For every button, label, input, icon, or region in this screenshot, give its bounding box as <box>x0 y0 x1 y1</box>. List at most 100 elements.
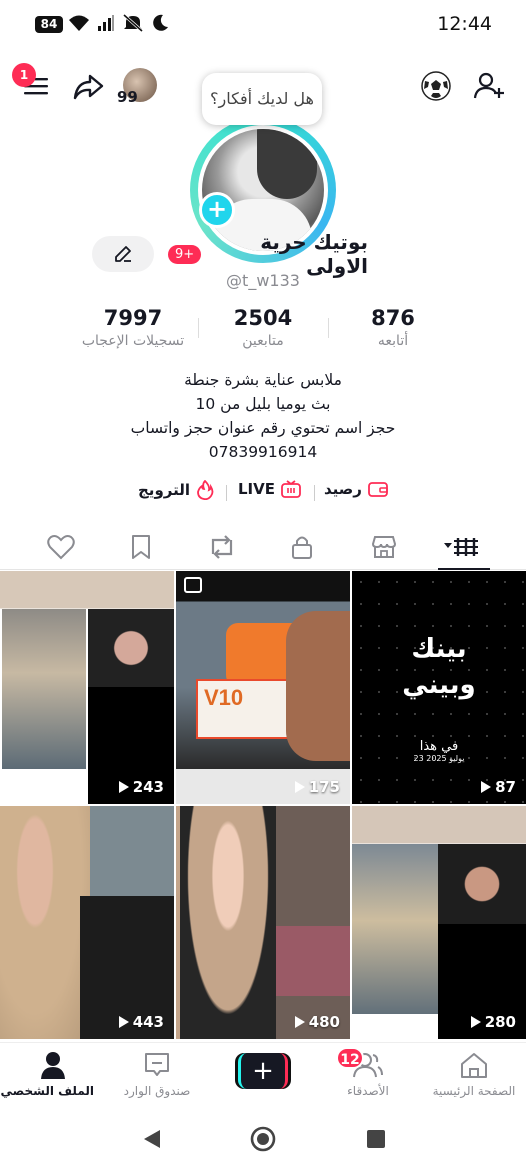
video-thumbnail[interactable]: بينك وبيني في هذا 23 يوليو 2025 87 <box>352 571 526 804</box>
system-nav-bar <box>0 1110 526 1169</box>
play-icon <box>118 781 129 793</box>
profile-handle: @t_w133 <box>226 271 300 290</box>
dnd-moon-icon <box>153 14 168 31</box>
video-thumbnail[interactable]: V10 175 <box>176 571 350 804</box>
person-image <box>0 806 90 1039</box>
content-tabs <box>0 524 526 570</box>
view-count: 280 <box>468 1013 516 1031</box>
balance-link[interactable]: رصيد <box>324 480 388 498</box>
share-button[interactable] <box>72 72 104 106</box>
soccer-ball-icon <box>421 71 451 101</box>
bottom-nav: الملف الشخصي صندوق الوارد + الأصدقاء 12 … <box>0 1042 526 1110</box>
visitors-count: 99 <box>117 88 138 106</box>
ideas-bubble[interactable]: هل لديك أفكار؟ <box>202 73 322 125</box>
view-count: 480 <box>292 1013 340 1031</box>
share-arrow-icon <box>73 74 104 100</box>
followers-label: متابعين <box>242 333 284 349</box>
video-thumbnail[interactable]: 280 <box>352 806 526 1039</box>
overlay-title: بينك وبيني <box>402 634 476 700</box>
add-story-button[interactable]: + <box>199 192 235 228</box>
overlay-caption: في هذا 23 يوليو 2025 <box>413 739 465 763</box>
video-grid: 243 V10 175 بينك وبيني في هذا 23 يوليو 2… <box>0 571 526 1042</box>
home-circle-icon[interactable] <box>250 1126 276 1152</box>
live-label: LIVE <box>238 480 275 498</box>
video-thumbnail[interactable]: 480 <box>176 806 350 1039</box>
view-count: 175 <box>292 778 340 796</box>
tab-reposts[interactable] <box>202 530 242 564</box>
view-count: 87 <box>478 778 516 796</box>
wallet-icon <box>368 482 388 497</box>
view-count: 243 <box>116 778 164 796</box>
profile-visitors-button[interactable]: 99 <box>117 68 161 108</box>
notification-badge[interactable]: 9+ <box>168 244 202 264</box>
bio-line: حجز اسم تحتوي رقم عنوان حجز واتساب <box>130 419 396 437</box>
nav-inbox[interactable]: صندوق الوارد <box>114 1051 200 1098</box>
create-button[interactable]: + <box>232 1053 291 1089</box>
edit-profile-button[interactable] <box>92 236 154 272</box>
bio-phone: 07839916914 <box>208 443 318 461</box>
tab-videos[interactable] <box>444 530 484 564</box>
signal-icon <box>98 15 114 31</box>
followers-stat[interactable]: 2504 متابعين <box>188 306 338 349</box>
video-thumbnail[interactable]: 243 <box>0 571 174 804</box>
heart-icon <box>47 535 75 560</box>
add-friend-button[interactable] <box>473 70 505 104</box>
menu-badge: 1 <box>12 63 36 87</box>
profile-bio[interactable]: ملابس عناية بشرة جنطة بث يوميا بليل من 1… <box>0 368 526 464</box>
view-count: 443 <box>116 1013 164 1031</box>
play-icon <box>470 1016 481 1028</box>
product-box: V10 <box>196 679 296 739</box>
tab-private[interactable] <box>282 530 322 564</box>
link-divider <box>226 485 227 501</box>
video-thumbnail[interactable]: 443 <box>0 806 174 1039</box>
live-link[interactable]: LIVE <box>238 480 301 498</box>
home-icon <box>461 1053 487 1078</box>
play-icon <box>294 1016 305 1028</box>
balance-label: رصيد <box>324 480 362 498</box>
bookmark-icon <box>132 535 150 559</box>
videos-grid-icon <box>444 538 478 556</box>
bio-line: بث يوميا بليل من 10 <box>195 395 331 413</box>
name-row: 9+ بوتيك حرية الاولى <box>168 230 368 278</box>
following-label: أتابعه <box>377 333 409 349</box>
clock: 12:44 <box>437 13 492 35</box>
product-label: V10 <box>204 685 244 710</box>
live-tv-icon <box>281 480 301 498</box>
friends-badge: 12 <box>336 1047 364 1069</box>
tab-shop[interactable] <box>364 530 404 564</box>
person-image <box>438 844 526 924</box>
profile-person-icon <box>41 1052 65 1079</box>
add-user-icon <box>473 72 504 99</box>
likes-label: تسجيلات الإعجاب <box>81 333 185 349</box>
play-icon <box>481 781 492 793</box>
promote-link[interactable]: الترويج <box>138 480 214 500</box>
tab-favorites[interactable] <box>121 530 161 564</box>
back-icon[interactable] <box>142 1128 162 1150</box>
nav-home[interactable]: الصفحة الرئيسية <box>424 1051 524 1098</box>
active-tab-indicator <box>438 568 490 570</box>
inbox-icon <box>145 1053 169 1076</box>
lock-icon <box>292 536 312 559</box>
nav-profile[interactable]: الملف الشخصي <box>1 1051 94 1098</box>
likes-stat[interactable]: 7997 تسجيلات الإعجاب <box>58 306 208 349</box>
sports-ball-button[interactable] <box>420 70 452 106</box>
promote-label: الترويج <box>138 481 190 499</box>
status-bar: 84 12:44 <box>0 0 526 52</box>
repost-icon <box>211 535 233 559</box>
play-icon <box>294 781 305 793</box>
following-stat[interactable]: 876 أتابعه <box>318 306 468 349</box>
person-image <box>88 609 174 687</box>
hand-image <box>286 611 350 761</box>
tab-liked[interactable] <box>41 530 81 564</box>
recents-icon[interactable] <box>366 1129 386 1149</box>
plus-icon: + <box>252 1056 274 1086</box>
battery-indicator: 84 <box>35 16 63 33</box>
multi-photo-icon <box>184 577 202 593</box>
avatar-hair <box>257 129 317 199</box>
play-icon <box>118 1016 129 1028</box>
status-icons <box>68 13 170 33</box>
wifi-icon <box>69 15 89 31</box>
flame-icon <box>197 480 214 500</box>
shelf-image <box>2 609 86 769</box>
mute-icon <box>123 13 143 33</box>
